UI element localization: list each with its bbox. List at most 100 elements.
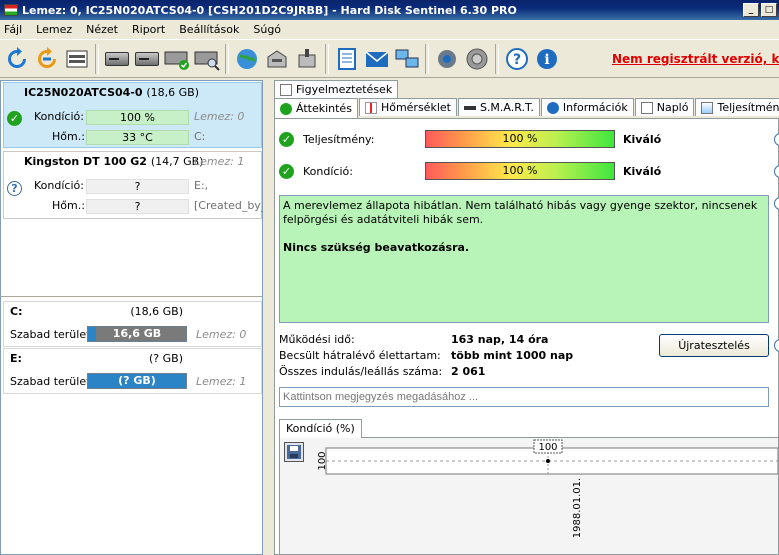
volume-size: (? GB) — [149, 352, 183, 365]
y-axis-label: 100 — [317, 451, 328, 470]
free-space-label: Szabad terület — [10, 328, 91, 341]
disk-icon[interactable] — [102, 44, 132, 74]
condition-gauge: 100 % — [425, 162, 615, 180]
ok-check-icon: ✓ — [7, 111, 22, 126]
refresh-all-icon[interactable] — [32, 44, 62, 74]
disk-card-0[interactable]: IC25N020ATCS04-0 (18,6 GB) ✓ Kondíció: 1… — [3, 82, 262, 148]
data-label: 100 — [538, 442, 557, 453]
remaining-life-label: Becsült hátralévő élettartam: — [279, 349, 441, 362]
condition-chart: 100 100 1988.01.01. — [279, 437, 779, 555]
temp-bar: ? — [86, 199, 189, 214]
toolbar-separator — [325, 43, 329, 74]
free-space-bar: (? GB) — [87, 373, 187, 389]
tab-performance[interactable]: Teljesítmény — [695, 98, 779, 116]
tab-smart[interactable]: S.M.A.R.T. — [457, 98, 540, 116]
disk-index: Lemez: 1 — [194, 155, 245, 168]
toolbar: ? i Nem regisztrált verzió, kér — [0, 39, 779, 78]
main-tabstrip: Áttekintés Hőmérséklet S.M.A.R.T. Inform… — [274, 98, 779, 118]
sound-icon[interactable] — [462, 44, 492, 74]
temp-bar: 33 °C — [86, 130, 189, 145]
globe-icon[interactable] — [232, 44, 262, 74]
start-stop-label: Összes indulás/leállás száma: — [279, 365, 443, 378]
tab-log[interactable]: Napló — [634, 98, 695, 116]
ok-check-icon — [280, 102, 292, 115]
disk-title: Kingston DT 100 G2 (14,7 GB) — [24, 155, 203, 168]
condition-rating: Kiváló — [623, 165, 662, 178]
performance-gauge: 100 % — [425, 130, 615, 148]
unregistered-link[interactable]: Nem regisztrált verzió, kér — [612, 52, 779, 66]
warning-page-icon — [280, 83, 292, 96]
svg-text:?: ? — [513, 52, 521, 68]
tab-overview[interactable]: Áttekintés — [274, 98, 358, 118]
info-icon — [546, 101, 559, 114]
disk-index: Lemez: 1 — [196, 375, 247, 388]
menu-view[interactable]: Nézet — [86, 23, 118, 36]
volume-card-e[interactable]: E: (? GB) Szabad terület (? GB) Lemez: 1 — [3, 348, 262, 394]
condition-label: Kondíció: — [34, 179, 84, 192]
volume-letter: E: — [10, 352, 22, 365]
radio-condition[interactable] — [774, 165, 779, 178]
disk-index: Lemez: 0 — [196, 328, 247, 341]
info-icon[interactable]: i — [532, 44, 562, 74]
mail-icon[interactable] — [362, 44, 392, 74]
uptime-label: Működési idő: — [279, 333, 355, 346]
disk-index: Lemez: 0 — [194, 110, 245, 123]
volume-card-c[interactable]: C: (18,6 GB) Szabad terület 16,6 GB Leme… — [3, 301, 262, 347]
notes-icon[interactable] — [332, 44, 362, 74]
disk-search-icon[interactable] — [192, 44, 222, 74]
comment-input[interactable] — [279, 387, 769, 407]
top-tabstrip: Figyelmeztetések — [274, 80, 399, 98]
performance-label: Teljesítmény: — [303, 133, 375, 146]
menu-file[interactable]: Fájl — [4, 23, 22, 36]
retest-button[interactable]: Újratesztelés — [659, 334, 769, 357]
toolbar-separator — [95, 43, 99, 74]
restore-button[interactable]: □ — [761, 3, 777, 17]
disk-name: IC25N020ATCS04-0 — [24, 86, 143, 99]
settings-icon[interactable] — [432, 44, 462, 74]
details-panel: Figyelmeztetések Áttekintés Hőmérséklet … — [268, 80, 779, 555]
volume-letter: C: — [10, 305, 23, 318]
performance-rating: Kiváló — [623, 133, 662, 146]
menu-settings[interactable]: Beállítások — [179, 23, 239, 36]
status-textbox: A merevlemez állapota hibátlan. Nem talá… — [279, 195, 769, 323]
menu-help[interactable]: Súgó — [253, 23, 281, 36]
uptime-value: 163 nap, 14 óra — [451, 333, 549, 346]
disk-upload-icon[interactable] — [262, 44, 292, 74]
help-icon[interactable]: ? — [502, 44, 532, 74]
title-bar: Lemez: 0, IC25N020ATCS04-0 [CSH201D2C9JR… — [0, 0, 779, 20]
thermometer-icon — [364, 101, 377, 114]
ok-check-icon: ✓ — [279, 132, 294, 147]
radio-status[interactable] — [774, 197, 779, 210]
chart-tab-condition[interactable]: Kondíció (%) — [279, 419, 362, 438]
status-action: Nincs szükség beavatkozásra. — [283, 241, 470, 254]
ok-check-icon: ✓ — [279, 164, 294, 179]
free-space-label: Szabad terület — [10, 375, 91, 388]
disk-card-1[interactable]: Kingston DT 100 G2 (14,7 GB) Lemez: 1 ? … — [3, 151, 263, 219]
disk-size: (18,6 GB) — [146, 86, 200, 99]
performance-chart-icon — [701, 101, 714, 114]
menu-bar: Fájl Lemez Nézet Riport Beállítások Súgó — [0, 20, 779, 39]
condition-label: Kondíció: — [34, 110, 84, 123]
toolbar-separator — [495, 43, 499, 74]
radio-retest[interactable] — [774, 339, 779, 352]
disk-title: IC25N020ATCS04-0 (18,6 GB) — [24, 86, 199, 99]
radio-performance[interactable] — [774, 133, 779, 146]
tab-temperature[interactable]: Hőmérséklet — [358, 98, 457, 116]
disk-check-icon[interactable] — [162, 44, 192, 74]
disk-schedule-icon[interactable] — [132, 44, 162, 74]
window-title: Lemez: 0, IC25N020ATCS04-0 [CSH201D2C9JR… — [22, 3, 517, 17]
temp-label: Hőm.: — [52, 130, 85, 143]
tab-warnings[interactable]: Figyelmeztetések — [274, 80, 399, 98]
network-icon[interactable] — [392, 44, 422, 74]
disk-name: Kingston DT 100 G2 — [24, 155, 147, 168]
refresh-icon[interactable] — [2, 44, 32, 74]
chart-plot: 100 100 1988.01.01. — [317, 439, 778, 538]
minimize-button[interactable]: _ — [743, 3, 759, 17]
menu-disk[interactable]: Lemez — [36, 23, 72, 36]
menu-report[interactable]: Riport — [132, 23, 165, 36]
tab-information[interactable]: Információk — [540, 98, 634, 116]
disk-details-icon[interactable] — [62, 44, 92, 74]
app-icon — [4, 4, 18, 16]
disk-download-icon[interactable] — [292, 44, 322, 74]
free-space-bar: 16,6 GB — [87, 326, 187, 342]
